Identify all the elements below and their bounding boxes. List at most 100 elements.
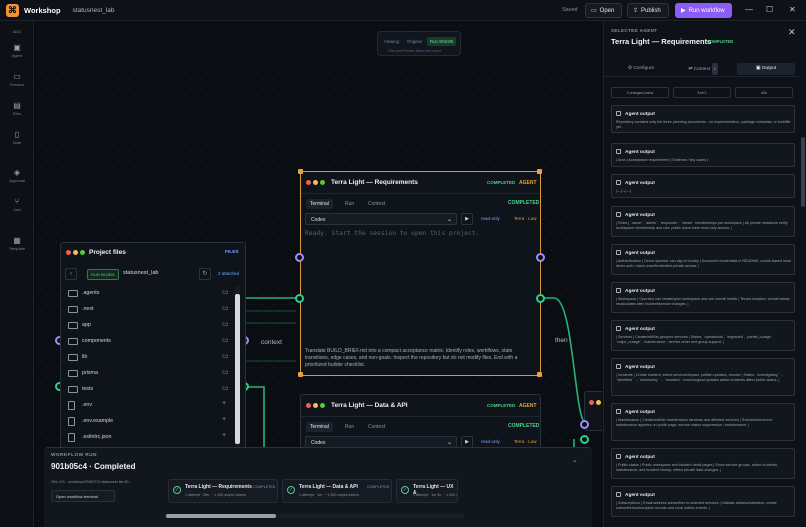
scrollbar-thumb[interactable] xyxy=(166,514,276,518)
minimize-icon[interactable]: — xyxy=(745,5,753,14)
output-icon xyxy=(616,409,621,414)
save-status: Saved xyxy=(562,7,578,13)
check-circle-icon: ✓ xyxy=(401,486,409,494)
attach-icon[interactable]: + xyxy=(222,400,226,407)
folder-icon xyxy=(68,354,78,361)
files-scrollbar[interactable] xyxy=(235,286,240,471)
output-port[interactable] xyxy=(536,253,545,262)
close-window-icon[interactable]: ✕ xyxy=(789,5,796,14)
start-session-button[interactable]: ▶ xyxy=(461,213,473,225)
open-folder-icon[interactable]: ▭ xyxy=(222,384,229,392)
yellow-dot-icon xyxy=(313,180,318,185)
input-port[interactable] xyxy=(295,253,304,262)
file-row[interactable]: prisma ▭ xyxy=(65,367,235,381)
tab-output[interactable]: ▣ Output xyxy=(737,63,795,75)
file-icon xyxy=(68,417,75,426)
open-folder-icon[interactable]: ▭ xyxy=(222,304,229,312)
output-icon xyxy=(616,212,621,217)
scrollbar-thumb[interactable] xyxy=(235,294,240,444)
tab-run[interactable]: Run xyxy=(341,199,358,209)
exit-code-chip[interactable]: Exit 0 xyxy=(673,87,731,98)
close-panel-icon[interactable]: ✕ xyxy=(788,27,796,38)
tab-terminal[interactable]: Terminal xyxy=(306,199,333,209)
run-workflow-button[interactable]: ▶ Run workflow xyxy=(675,3,732,18)
panel-scrollbar[interactable] xyxy=(801,137,805,207)
open-folder-icon[interactable]: ▭ xyxy=(222,288,229,296)
run-horizontal-scrollbar[interactable] xyxy=(164,514,464,518)
check-circle-icon: ✓ xyxy=(173,486,181,494)
run-agent-card[interactable]: ✓ Terra Light — UX & 1 attempt · 1m 3s ·… xyxy=(396,479,458,503)
file-row[interactable]: .env + xyxy=(65,399,235,413)
resize-handle[interactable] xyxy=(298,372,303,377)
file-row[interactable]: .agents ▭ xyxy=(65,287,235,301)
open-folder-icon[interactable]: ▭ xyxy=(222,320,229,328)
file-row[interactable]: .env.example + xyxy=(65,415,235,429)
project-files-panel[interactable]: Project files FILES ‹ RUN 901B05 statusn… xyxy=(60,242,246,472)
wire-requirements-then xyxy=(541,297,587,425)
resize-handle[interactable] xyxy=(537,372,542,377)
input-port[interactable] xyxy=(580,420,589,429)
run-agent-card[interactable]: ✓ Terra Light — Requirements COMPLETED 1… xyxy=(168,479,278,503)
run-badge: RUN 901B05 xyxy=(87,269,119,280)
file-row[interactable]: components ▭ xyxy=(65,335,235,349)
rail-item-note[interactable]: ▯ Note xyxy=(0,130,34,145)
resize-handle[interactable] xyxy=(537,169,542,174)
card-title: Terra Light — Data & API xyxy=(331,402,408,409)
open-workflow-terminal-button[interactable]: Open workflow terminal xyxy=(51,490,115,502)
open-button[interactable]: ▭ Open xyxy=(585,3,622,18)
agent-card-requirements[interactable]: Terra Light — Requirements COMPLETED AGE… xyxy=(298,169,542,377)
input-port[interactable] xyxy=(580,435,589,444)
folder-icon: ▭ xyxy=(591,8,597,14)
refresh-button[interactable]: ↻ xyxy=(199,268,211,280)
file-row[interactable]: .next ▭ xyxy=(65,303,235,317)
open-folder-icon[interactable]: ▭ xyxy=(222,352,229,360)
rail-item-preview[interactable]: ▭ Preview xyxy=(0,72,34,87)
tab-context[interactable]: Context xyxy=(364,422,389,432)
changed-paths-chip[interactable]: 0 changed paths xyxy=(611,87,669,98)
collapse-chevron-icon[interactable]: ⌄ xyxy=(572,456,578,464)
rail-item-join[interactable]: ⑂ Join xyxy=(0,197,34,212)
rail-item-agent[interactable]: ▣ Agent xyxy=(0,43,34,58)
tab-run[interactable]: Run xyxy=(341,422,358,432)
duration-chip[interactable]: 40s xyxy=(735,87,793,98)
model-level: Terra · Low xyxy=(514,439,537,444)
back-button[interactable]: ‹ xyxy=(65,268,77,280)
tab-context[interactable]: ⇄ Context 0 xyxy=(674,63,732,75)
attach-icon[interactable]: + xyxy=(222,432,226,439)
input-port[interactable] xyxy=(295,294,304,303)
card-header: Terra Light — Data & API COMPLETED AGENT xyxy=(301,395,540,417)
tab-configure[interactable]: ⚙ Configure xyxy=(612,63,670,75)
tab-terminal[interactable]: Terminal xyxy=(306,422,333,432)
maximize-icon[interactable]: ☐ xyxy=(766,5,773,14)
panel-status: COMPLETED xyxy=(707,39,734,44)
tab-run[interactable]: Run 901b05 xyxy=(427,37,457,46)
tab-context[interactable]: Context xyxy=(364,199,389,209)
rail-item-template[interactable]: ▦ Template xyxy=(0,236,34,251)
output-icon xyxy=(616,326,621,331)
file-row[interactable]: tests ▭ xyxy=(65,383,235,397)
model-level: Terra · Low xyxy=(514,216,537,221)
rail-item-approval[interactable]: ◈ Approval xyxy=(0,168,34,183)
publish-button[interactable]: ⇪ Publish xyxy=(627,3,669,18)
folder-icon xyxy=(68,370,78,377)
output-card: Agent output | Public status | Public wor… xyxy=(611,448,795,479)
run-agent-card[interactable]: ✓ Terra Light — Data & API COMPLETED 1 a… xyxy=(282,479,392,503)
open-folder-icon[interactable]: ▭ xyxy=(222,336,229,344)
resize-handle[interactable] xyxy=(298,169,303,174)
tab-viewing[interactable]: Viewing xyxy=(381,37,402,46)
file-row[interactable]: lib ▭ xyxy=(65,351,235,365)
file-row[interactable]: .eslintrc.json + xyxy=(65,431,235,445)
files-header: Project files FILES xyxy=(61,243,245,263)
output-port[interactable] xyxy=(536,294,545,303)
tab-original[interactable]: Original xyxy=(404,37,425,46)
model-select[interactable]: Codex ⌄ xyxy=(305,213,457,225)
terminal-output[interactable]: Ready. Start the session to open this pr… xyxy=(305,230,533,340)
rail-item-files[interactable]: ▤ Files xyxy=(0,101,34,116)
file-row[interactable]: app ▭ xyxy=(65,319,235,333)
template-icon: ▦ xyxy=(13,236,21,245)
yellow-dot-icon xyxy=(313,403,318,408)
open-folder-icon[interactable]: ▭ xyxy=(222,368,229,376)
attach-icon[interactable]: + xyxy=(222,416,226,423)
output-icon xyxy=(616,111,621,116)
rail-add-label: ADD xyxy=(12,29,22,34)
